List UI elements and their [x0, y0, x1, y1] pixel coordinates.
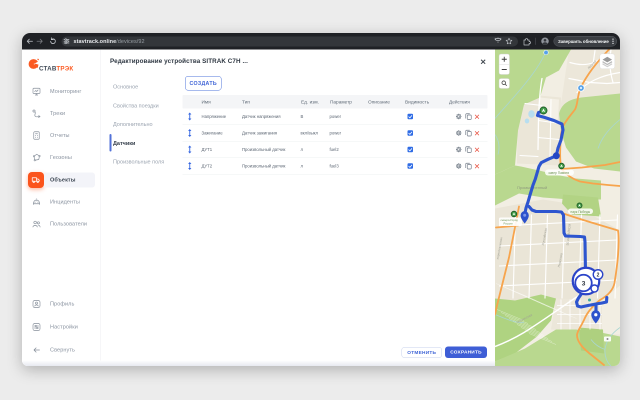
svg-text:России: России [504, 222, 514, 226]
svg-text:сквер Памяти: сквер Памяти [549, 171, 570, 175]
svg-text:северо-Город: северо-Город [501, 218, 519, 222]
svg-text:3: 3 [582, 281, 586, 288]
svg-text:2: 2 [597, 273, 600, 279]
svg-text:парк Победы: парк Победы [571, 210, 591, 214]
